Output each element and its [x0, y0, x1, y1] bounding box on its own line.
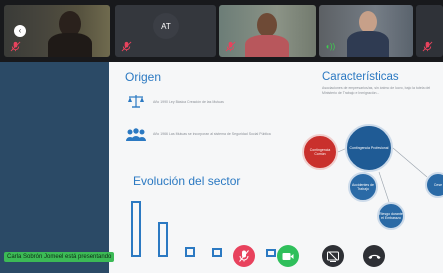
bubble-accidentes: Accidentes de Trabajo — [348, 172, 378, 202]
mic-muted-icon — [10, 41, 21, 52]
phone-hangup-icon — [368, 254, 380, 259]
slide-sidebar — [0, 62, 109, 273]
avatar: AT — [153, 13, 179, 39]
back-icon[interactable]: ‹ — [14, 25, 26, 37]
participant-strip: ‹ AT ◖)) — [0, 0, 443, 62]
presentation-slide: Origen Características Año 1990 Ley Bási… — [109, 62, 443, 273]
chart-bar — [158, 221, 168, 257]
mic-muted-icon — [121, 41, 132, 52]
participant-tile-3[interactable] — [219, 5, 316, 57]
mic-muted-icon — [225, 41, 236, 52]
mute-toggle-button[interactable] — [233, 245, 255, 267]
share-screen-icon — [327, 251, 339, 262]
meeting-window: ‹ AT ◖)) Origen Características Año 1990… — [0, 0, 443, 273]
mic-active-icon: ◖)) — [325, 42, 336, 51]
chart-bar — [131, 201, 141, 257]
camera-icon — [282, 252, 294, 260]
chart-bar — [212, 248, 222, 257]
bubble-contingencia-comun: Contingencia Común — [302, 134, 338, 170]
slide-heading-evolucion: Evolución del sector — [133, 174, 241, 188]
participant-tile-4[interactable]: ◖)) — [319, 5, 413, 57]
participant-tile-1[interactable]: ‹ — [4, 5, 110, 57]
share-screen-button[interactable] — [322, 245, 344, 267]
presentation-stage: Origen Características Año 1990 Ley Bási… — [0, 62, 443, 273]
camera-toggle-button[interactable] — [277, 245, 299, 267]
participant-tile-2[interactable]: AT — [115, 5, 216, 57]
presenting-banner: Carla Sobrón Jomeel está presentando — [4, 252, 115, 262]
bubble-contingencia-profesional: Contingencia Profesional — [345, 124, 393, 172]
bubble-riesgo: Riesgo durante el Embarazo — [377, 202, 405, 230]
hang-up-button[interactable] — [363, 245, 385, 267]
mic-off-icon — [239, 250, 249, 262]
mic-muted-icon — [422, 41, 433, 52]
chart-bar — [266, 249, 276, 257]
participant-tile-5[interactable] — [416, 5, 443, 57]
chart-bar — [185, 246, 195, 257]
